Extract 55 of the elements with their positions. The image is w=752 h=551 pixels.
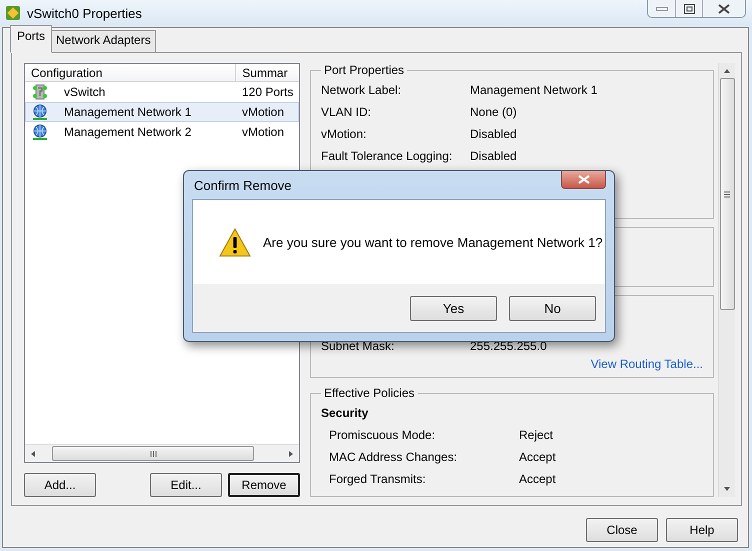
list-row[interactable]: Management Network 1 vMotion bbox=[25, 102, 299, 122]
minimize-icon bbox=[656, 6, 668, 12]
dialog-message: Are you sure you want to remove Management Network 1? bbox=[263, 234, 603, 250]
warning-icon bbox=[219, 228, 251, 256]
row-name: Management Network 1 bbox=[64, 105, 192, 119]
property-label: Network Label: bbox=[321, 83, 402, 97]
window-title: vSwitch0 Properties bbox=[27, 6, 142, 20]
switch-icon bbox=[32, 84, 48, 100]
policy-label: Promiscuous Mode: bbox=[328, 428, 436, 442]
property-label: Subnet Mask: bbox=[321, 339, 396, 354]
no-button[interactable]: No bbox=[509, 296, 596, 320]
app-icon bbox=[5, 5, 21, 21]
dialog-title: Confirm Remove bbox=[193, 178, 292, 192]
scrollbar-thumb[interactable] bbox=[720, 78, 734, 310]
scrollbar-thumb[interactable] bbox=[52, 446, 254, 461]
property-value: Disabled bbox=[470, 149, 517, 163]
group-title: Port Properties bbox=[323, 63, 406, 77]
property-label: Fault Tolerance Logging: bbox=[321, 149, 454, 163]
property-value: 255.255.255.0 bbox=[470, 339, 547, 354]
close-button[interactable]: Close bbox=[586, 518, 658, 542]
property-label: VLAN ID: bbox=[321, 105, 372, 119]
property-value: Management Network 1 bbox=[470, 83, 598, 97]
yes-button[interactable]: Yes bbox=[410, 296, 497, 320]
policy-label: Forged Transmits: bbox=[328, 472, 427, 486]
list-row[interactable]: vSwitch 120 Ports bbox=[25, 82, 299, 102]
remove-button[interactable]: Remove bbox=[228, 473, 300, 497]
close-icon bbox=[578, 175, 590, 184]
policy-value: Reject bbox=[519, 428, 554, 442]
edit-button[interactable]: Edit... bbox=[150, 473, 222, 497]
maximize-icon bbox=[684, 4, 694, 14]
column-header[interactable]: Configuration bbox=[25, 64, 236, 81]
list-row[interactable]: Management Network 2 vMotion bbox=[25, 122, 299, 142]
row-summary: vMotion bbox=[242, 125, 284, 139]
policy-label: MAC Address Changes: bbox=[328, 450, 458, 464]
row-summary: vMotion bbox=[242, 105, 284, 119]
section-heading: Security bbox=[321, 405, 370, 422]
routing-table-link[interactable]: View Routing Table... bbox=[590, 357, 703, 372]
tab[interactable]: Ports bbox=[10, 25, 52, 53]
close-button[interactable] bbox=[561, 171, 606, 189]
row-name: Management Network 2 bbox=[64, 125, 192, 139]
policy-value: Accept bbox=[519, 450, 556, 464]
close-icon bbox=[718, 4, 730, 14]
globe-icon bbox=[32, 104, 48, 120]
tab[interactable]: Network Adapters bbox=[51, 30, 156, 52]
row-summary: 120 Ports bbox=[242, 85, 294, 99]
row-name: vSwitch bbox=[64, 85, 106, 99]
policy-value: Accept bbox=[519, 472, 556, 486]
property-value: Disabled bbox=[470, 127, 517, 141]
globe-icon bbox=[32, 124, 48, 140]
column-header[interactable]: Summar bbox=[236, 64, 299, 81]
add-button[interactable]: Add... bbox=[24, 473, 96, 497]
help-button[interactable]: Help bbox=[666, 518, 738, 542]
group-title: Effective Policies bbox=[323, 386, 416, 400]
property-label: vMotion: bbox=[321, 127, 368, 141]
property-value: None (0) bbox=[470, 105, 517, 119]
